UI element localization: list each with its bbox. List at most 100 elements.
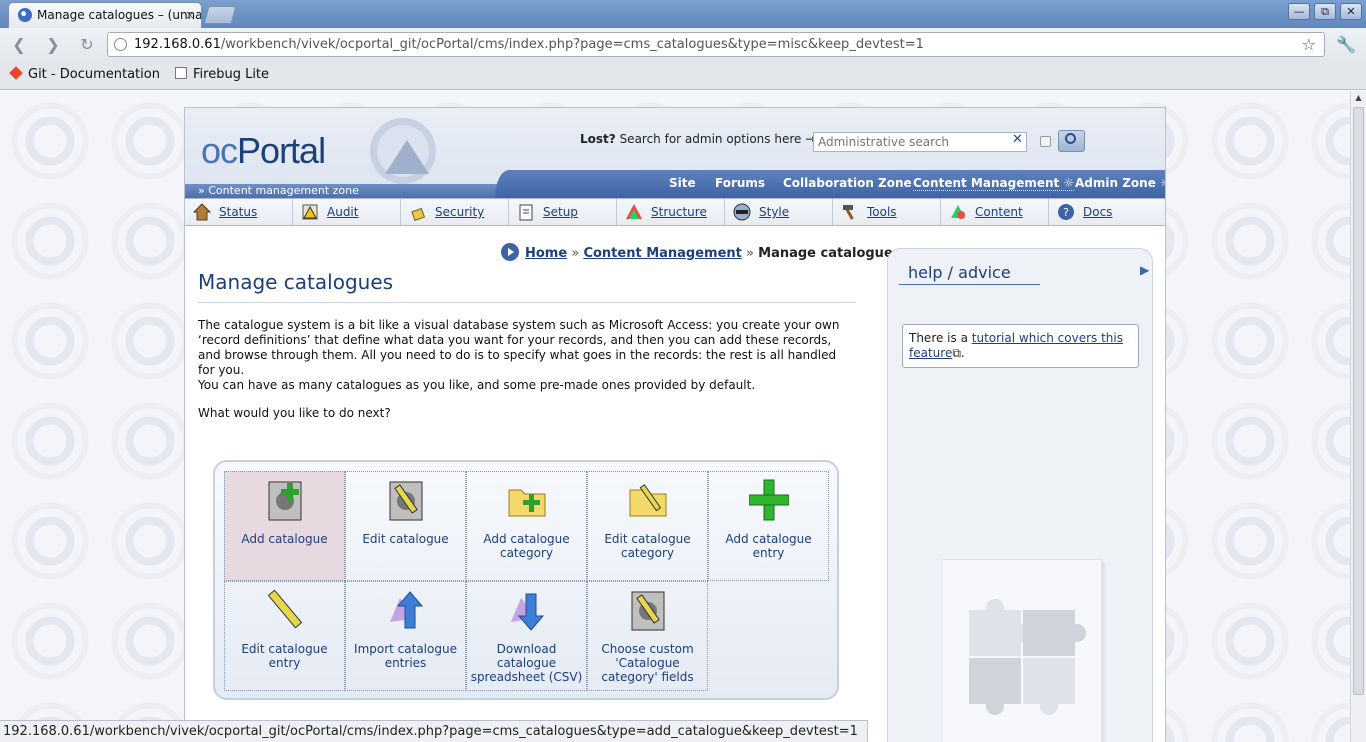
action-add-catalogue-entry[interactable]: Add catalogue entry <box>708 471 829 581</box>
external-link-icon: ⧉ <box>952 346 961 360</box>
clipboard-icon <box>519 204 533 221</box>
site-logo[interactable]: ocPortal <box>201 130 326 172</box>
content-shapes-icon <box>951 205 965 219</box>
action-download-catalogue-spreadsheet[interactable]: Download catalogue spreadsheet (CSV) <box>466 581 587 691</box>
search-prompt-text: Search for admin options here → <box>619 132 816 146</box>
action-grid: Add catalogue Edit catalogue Add catalog… <box>213 460 839 700</box>
admin-search-input[interactable] <box>813 132 1027 152</box>
url-host: 192.168.0.61 <box>134 37 221 52</box>
action-label: Edit catalogue <box>362 532 449 546</box>
bookmark-label: Git - Documentation <box>28 67 160 82</box>
maximize-button[interactable]: ⧉ <box>1314 3 1336 20</box>
reload-icon[interactable]: ↻ <box>76 34 98 56</box>
breadcrumb-content-management[interactable]: Content Management <box>583 246 741 261</box>
action-edit-catalogue-category[interactable]: Edit catalogue category <box>587 471 708 581</box>
zone-content-management[interactable]: Content Management ☼ <box>913 176 1075 191</box>
vertical-scrollbar[interactable]: ▲ <box>1350 91 1366 742</box>
palette-icon <box>733 203 751 221</box>
browser-toolbar: ❮ ❯ ↻ 192.168.0.61/workbench/vivek/ocpor… <box>0 28 1366 62</box>
menu-audit[interactable]: Audit <box>293 199 401 225</box>
menu-content[interactable]: Content <box>941 199 1049 225</box>
status-bar: 192.168.0.61/workbench/vivek/ocportal_gi… <box>0 720 868 742</box>
help-sidebar: help / advice ▶ There is a tutorial whic… <box>887 248 1153 742</box>
action-label: Choose custom 'Catalogue category' field… <box>601 642 694 684</box>
breadcrumb-arrow-icon <box>501 243 519 261</box>
magnifier-icon <box>1065 133 1076 144</box>
menu-label: Tools <box>867 205 897 219</box>
minimize-button[interactable]: — <box>1288 3 1310 20</box>
zone-collaboration[interactable]: Collaboration Zone <box>783 176 912 190</box>
menu-structure[interactable]: Structure <box>617 199 725 225</box>
forward-arrow-icon[interactable]: ❯ <box>42 34 64 56</box>
wrench-menu-icon[interactable]: 🔧 <box>1336 35 1356 54</box>
menu-docs[interactable]: ? Docs <box>1049 199 1157 225</box>
edit-folder-icon <box>629 484 667 517</box>
add-catalogue-icon <box>268 481 302 521</box>
import-arrow-icon <box>390 591 424 629</box>
collapse-arrow-icon[interactable]: ▶ <box>1140 263 1149 277</box>
action-label: Download catalogue spreadsheet (CSV) <box>470 642 583 684</box>
logo-oc: oc <box>201 130 238 171</box>
logo-triangle-icon <box>385 140 429 174</box>
address-bar[interactable]: 192.168.0.61/workbench/vivek/ocportal_gi… <box>107 32 1325 57</box>
logo-portal: Portal <box>237 130 326 171</box>
action-import-catalogue-entries[interactable]: Import catalogue entries <box>345 581 466 691</box>
lost-label: Lost? <box>580 132 616 146</box>
zone-admin[interactable]: Admin Zone ☼ <box>1075 176 1165 190</box>
action-edit-catalogue[interactable]: Edit catalogue <box>345 471 466 581</box>
scrollbar-thumb[interactable] <box>1353 107 1364 695</box>
url-path: /workbench/vivek/ocportal_git/ocPortal/c… <box>220 37 924 52</box>
menu-setup[interactable]: Setup <box>509 199 617 225</box>
action-edit-catalogue-entry[interactable]: Edit catalogue entry <box>224 581 345 691</box>
zone-site[interactable]: Site <box>669 176 696 190</box>
page-title: Manage catalogues <box>198 270 856 303</box>
page-icon <box>175 67 187 79</box>
git-icon <box>9 66 23 80</box>
bookmarks-bar: Git - Documentation Firebug Lite <box>0 62 1366 90</box>
admin-search-prompt: Lost? Search for admin options here → <box>580 132 815 146</box>
puzzle-icon <box>969 599 1086 715</box>
menu-style[interactable]: Style <box>725 199 833 225</box>
menu-label: Structure <box>651 205 707 219</box>
intro-paragraph: The catalogue system is a bit like a vis… <box>198 318 840 377</box>
menu-label: Setup <box>543 205 578 219</box>
menu-label: Docs <box>1083 205 1113 219</box>
action-add-catalogue-category[interactable]: Add catalogue category <box>466 471 587 581</box>
padlock-icon <box>411 207 426 221</box>
back-arrow-icon[interactable]: ❮ <box>8 34 30 56</box>
bookmark-star-icon[interactable]: ☆ <box>1302 33 1316 56</box>
pencil-icon <box>267 589 303 629</box>
search-checkbox[interactable] <box>1040 136 1051 147</box>
action-label: Edit catalogue category <box>604 532 691 560</box>
action-add-catalogue[interactable]: Add catalogue <box>224 471 345 581</box>
menu-status[interactable]: Status <box>185 199 293 225</box>
audit-icon <box>302 204 318 220</box>
close-window-button[interactable]: ✕ <box>1340 3 1362 20</box>
action-label: Add catalogue entry <box>725 532 812 560</box>
search-button[interactable] <box>1058 130 1085 152</box>
action-choose-custom-fields[interactable]: Choose custom 'Catalogue category' field… <box>587 581 708 691</box>
bookmark-firebug-lite[interactable]: Firebug Lite <box>175 67 269 82</box>
zone-forums[interactable]: Forums <box>715 176 765 190</box>
help-tip-box: There is a tutorial which covers this fe… <box>902 324 1139 368</box>
action-label: Import catalogue entries <box>354 642 457 670</box>
tab-close-icon[interactable]: × <box>185 3 195 27</box>
new-tab-button[interactable] <box>203 6 237 24</box>
menu-security[interactable]: Security <box>401 199 509 225</box>
menu-tools[interactable]: Tools <box>833 199 941 225</box>
bookmark-git-documentation[interactable]: Git - Documentation <box>9 66 160 82</box>
note-paragraph: You can have as many catalogues as you l… <box>198 378 756 392</box>
search-clear-icon[interactable]: ✕ <box>1012 132 1023 147</box>
page-info-icon[interactable] <box>114 38 127 51</box>
breadcrumb-home[interactable]: Home <box>525 246 567 261</box>
menu-label: Style <box>759 205 790 219</box>
bookmark-label: Firebug Lite <box>193 67 270 82</box>
scroll-up-icon[interactable]: ▲ <box>1353 93 1364 105</box>
green-plus-icon <box>749 479 789 521</box>
menu-label: Audit <box>327 205 359 219</box>
zone-nav: Site Forums Collaboration Zone Content M… <box>495 170 1165 198</box>
hammer-icon <box>843 205 854 220</box>
browser-tab[interactable]: Manage catalogues – (unna × <box>8 2 202 28</box>
menu-label: Status <box>219 205 258 219</box>
help-question-icon: ? <box>1058 204 1074 220</box>
